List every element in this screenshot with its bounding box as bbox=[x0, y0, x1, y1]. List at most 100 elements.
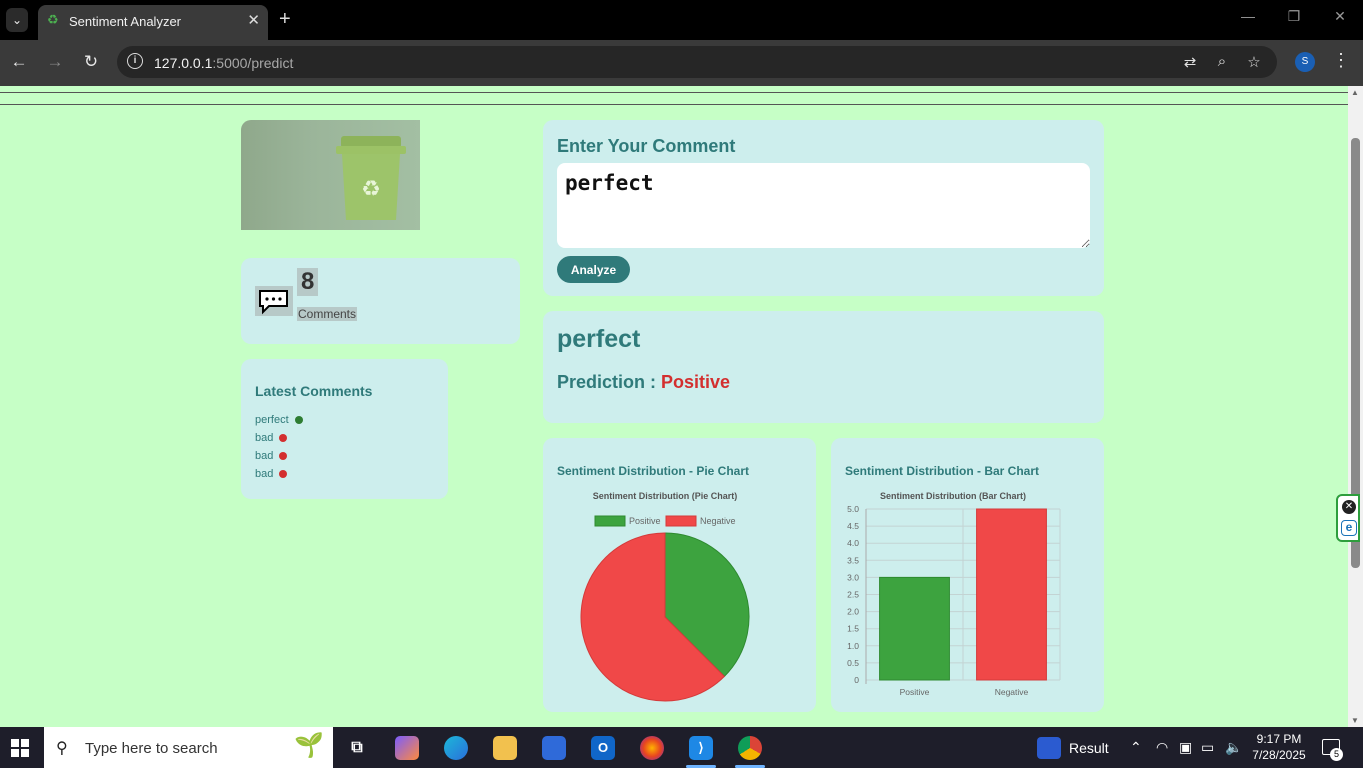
pie-chart-title: Sentiment Distribution (Pie Chart) bbox=[593, 491, 738, 501]
browser-tab-bar: ⌄ ♻ Sentiment Analyzer ✕ + — ❐ ✕ bbox=[0, 0, 1363, 40]
network-icon[interactable]: ◠ bbox=[1156, 739, 1168, 756]
x-tick-label: Positive bbox=[900, 687, 930, 697]
battery-icon[interactable]: ▭ bbox=[1201, 739, 1214, 756]
clock-date: 7/28/2025 bbox=[1252, 748, 1306, 762]
comment-count-label: Comments bbox=[297, 307, 358, 321]
zoom-icon[interactable]: ⌕ bbox=[1212, 53, 1232, 70]
bar-chart-title: Sentiment Distribution (Bar Chart) bbox=[880, 491, 1026, 501]
close-window-icon[interactable]: ✕ bbox=[1328, 8, 1352, 25]
prediction-result-card: perfect Prediction : Positive bbox=[543, 311, 1104, 423]
url-text[interactable]: 127.0.0.1:5000/predict bbox=[154, 55, 293, 71]
translate-icon[interactable]: ⇄ bbox=[1180, 53, 1200, 71]
list-item: bad bbox=[255, 429, 303, 447]
list-item: perfect bbox=[255, 411, 303, 429]
show-hidden-icons-chevron-icon[interactable]: ⌃ bbox=[1130, 739, 1142, 756]
latest-comments-card: Latest Comments perfect bad bad bad bbox=[241, 359, 448, 499]
legend-label-positive: Positive bbox=[629, 516, 661, 526]
page-scrollbar[interactable]: ▲ ▼ bbox=[1348, 86, 1363, 727]
y-tick-label: 3.0 bbox=[847, 572, 859, 582]
back-arrow-icon[interactable]: ← bbox=[7, 52, 31, 72]
comment-count: 8 bbox=[297, 268, 319, 296]
file-explorer-icon[interactable] bbox=[493, 736, 517, 760]
negative-dot-icon bbox=[279, 452, 288, 460]
search-icon: ⚲ bbox=[56, 740, 68, 757]
meet-now-icon[interactable]: ▣ bbox=[1179, 739, 1192, 756]
search-placeholder: Type here to search bbox=[85, 740, 218, 757]
windows-start-icon[interactable] bbox=[11, 739, 29, 757]
y-tick-label: 3.5 bbox=[847, 555, 859, 565]
reload-icon[interactable]: ↻ bbox=[79, 52, 103, 72]
bookmark-star-icon[interactable]: ☆ bbox=[1244, 53, 1264, 71]
vscode-icon[interactable]: ⟩ bbox=[689, 736, 713, 760]
comment-form-title: Enter Your Comment bbox=[557, 136, 736, 156]
y-tick-label: 1.0 bbox=[847, 641, 859, 651]
edge-browser-icon[interactable] bbox=[444, 736, 468, 760]
new-tab-button[interactable]: + bbox=[279, 8, 291, 30]
recycle-bin-image: ♻ bbox=[241, 120, 420, 230]
y-tick-label: 1.5 bbox=[847, 624, 859, 634]
active-tab[interactable]: ♻ Sentiment Analyzer ✕ bbox=[38, 5, 268, 40]
tab-close-icon[interactable]: ✕ bbox=[247, 11, 260, 29]
task-view-icon[interactable]: ⧉ bbox=[345, 736, 369, 760]
x-tick-label: Negative bbox=[995, 687, 1029, 697]
analyzed-comment-text: perfect bbox=[557, 325, 641, 353]
prediction-value: Positive bbox=[661, 372, 731, 392]
page-viewport: ♻ 8 Comments Latest Comments perfect bad… bbox=[0, 86, 1348, 727]
browser-toolbar: ← → ↻ i 127.0.0.1:5000/predict ⇄ ⌕ ☆ S ⋮ bbox=[0, 40, 1363, 86]
legend-swatch-negative bbox=[665, 515, 697, 527]
tab-title: Sentiment Analyzer bbox=[69, 14, 182, 29]
recycle-favicon-icon: ♻ bbox=[47, 12, 59, 27]
minimize-icon[interactable]: — bbox=[1236, 8, 1260, 24]
y-tick-label: 2.5 bbox=[847, 590, 859, 600]
comment-textarea[interactable] bbox=[557, 163, 1090, 248]
prediction-line: Prediction : Positive bbox=[557, 372, 730, 393]
firefox-icon[interactable] bbox=[640, 736, 664, 760]
legend-label-negative: Negative bbox=[700, 516, 736, 526]
comment-form-card: Enter Your Comment Analyze bbox=[543, 120, 1104, 296]
widget-label[interactable]: Result bbox=[1069, 740, 1109, 756]
forward-arrow-icon[interactable]: → bbox=[43, 52, 67, 72]
y-tick-label: 0.5 bbox=[847, 658, 859, 668]
close-circle-icon[interactable]: ✕ bbox=[1342, 500, 1356, 514]
y-tick-label: 4.5 bbox=[847, 521, 859, 531]
bar-negative bbox=[976, 508, 1047, 681]
chrome-icon[interactable] bbox=[738, 736, 762, 760]
scroll-down-arrow-icon[interactable]: ▼ bbox=[1351, 716, 1359, 725]
taskbar-search-box[interactable]: ⚲ Type here to search 🌱 bbox=[44, 727, 333, 768]
chrome-menu-icon[interactable]: ⋮ bbox=[1332, 50, 1350, 71]
notification-count-badge: 5 bbox=[1330, 748, 1343, 761]
clock-time: 9:17 PM bbox=[1256, 732, 1302, 746]
prediction-label: Prediction : bbox=[557, 372, 657, 392]
extension-e-icon[interactable]: e bbox=[1341, 520, 1357, 536]
microsoft-store-icon[interactable] bbox=[542, 736, 566, 760]
restore-icon[interactable]: ❐ bbox=[1282, 8, 1306, 25]
volume-icon[interactable]: 🔈 bbox=[1225, 739, 1242, 756]
header-divider bbox=[0, 104, 1348, 105]
list-item: bad bbox=[255, 465, 303, 483]
system-clock[interactable]: 9:17 PM 7/28/2025 bbox=[1250, 731, 1308, 763]
list-item: bad bbox=[255, 447, 303, 465]
negative-dot-icon bbox=[279, 470, 288, 478]
analyze-button[interactable]: Analyze bbox=[557, 256, 630, 283]
bar-chart: Sentiment Distribution (Bar Chart) 0 0.5 1.… bbox=[847, 491, 1061, 697]
y-tick-label: 4.0 bbox=[847, 538, 859, 548]
windows-taskbar: ⚲ Type here to search 🌱 ⧉ O ⟩ Result ⌃ ◠… bbox=[0, 727, 1363, 768]
chat-bubble-icon bbox=[255, 286, 293, 316]
scroll-up-arrow-icon[interactable]: ▲ bbox=[1351, 88, 1359, 97]
address-bar[interactable]: i 127.0.0.1:5000/predict ⇄ ⌕ ☆ bbox=[117, 46, 1277, 78]
extension-widget: ✕ e bbox=[1336, 494, 1360, 542]
legend-swatch-positive bbox=[594, 515, 626, 527]
site-info-icon[interactable]: i bbox=[127, 53, 143, 69]
negative-dot-icon bbox=[279, 434, 288, 442]
latest-comments-title: Latest Comments bbox=[255, 383, 373, 399]
y-tick-label: 2.0 bbox=[847, 607, 859, 617]
header-divider bbox=[0, 92, 1348, 93]
tab-search-menu-button[interactable]: ⌄ bbox=[6, 8, 28, 32]
latest-comments-list: perfect bad bad bad bbox=[255, 411, 303, 483]
profile-avatar[interactable]: S bbox=[1295, 52, 1315, 72]
weather-widget-icon[interactable] bbox=[1037, 737, 1061, 759]
pie-chart: Sentiment Distribution (Pie Chart) Positi… bbox=[580, 491, 750, 702]
trash-bin-icon: ♻ bbox=[336, 136, 406, 220]
copilot-icon[interactable] bbox=[395, 736, 419, 760]
outlook-icon[interactable]: O bbox=[591, 736, 615, 760]
